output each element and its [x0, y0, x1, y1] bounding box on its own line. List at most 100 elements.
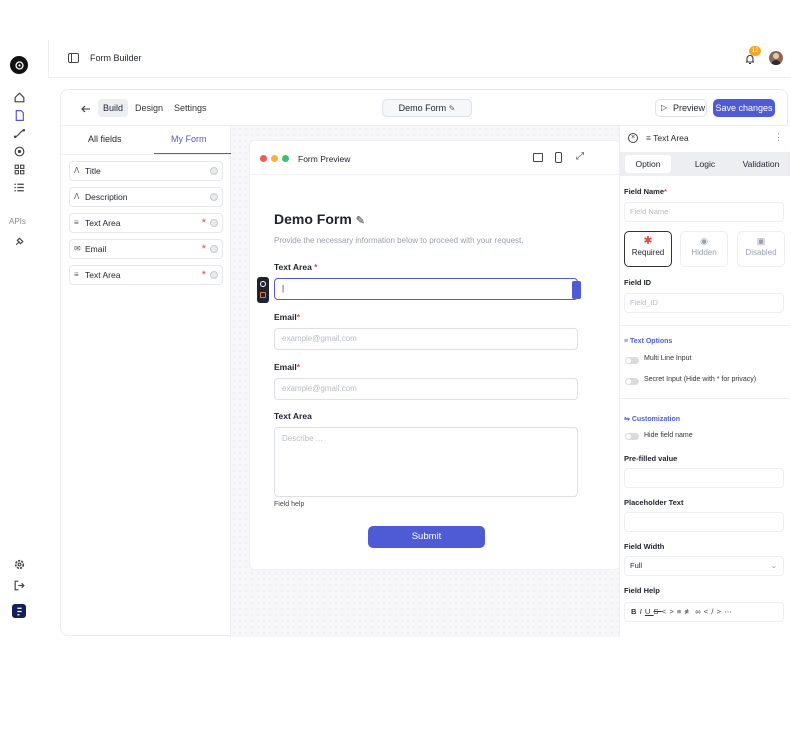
list-icon[interactable]: [11, 179, 27, 195]
link-icon[interactable]: ∞: [695, 607, 704, 616]
preview-canvas: Form Preview ⤢ Demo Form ✎ Provide the n…: [231, 126, 622, 637]
field-id-input[interactable]: Field_ID: [624, 293, 784, 313]
preview-button[interactable]: ▷ Preview: [655, 99, 707, 117]
form-title: Demo Form ✎: [274, 211, 365, 227]
apis-label: APIs: [9, 217, 26, 226]
text-icon: Λ: [74, 166, 80, 175]
strikethrough-icon[interactable]: S: [654, 607, 662, 616]
required-card[interactable]: ✱ Required: [624, 231, 672, 267]
label-text: Email: [274, 312, 297, 322]
sliders-icon: ⇋: [624, 416, 632, 423]
tab-my-form[interactable]: My Form: [171, 134, 207, 144]
edit-doc-icon: ✎: [355, 215, 365, 227]
plug-icon[interactable]: [11, 233, 27, 249]
more-icon[interactable]: ⋯: [724, 607, 735, 616]
text-area-input-active[interactable]: |: [274, 278, 578, 300]
bullet-list-icon[interactable]: ≡: [677, 607, 685, 616]
builder-toolbar: Build Design Settings Demo Form ✎ ▷ Prev…: [61, 90, 789, 126]
target-icon[interactable]: [11, 143, 27, 159]
rich-text-toolbar: BIUS<>≡≢∞</>⋯: [624, 602, 784, 622]
submit-button[interactable]: Submit: [368, 526, 485, 548]
hide-field-name-toggle[interactable]: [625, 433, 639, 440]
field-toggle[interactable]: [210, 245, 218, 253]
play-icon: ▷: [661, 103, 668, 112]
field-toggle[interactable]: [210, 167, 218, 175]
field-card-label: Description: [85, 192, 128, 202]
grid-icon[interactable]: [11, 161, 27, 177]
disabled-card[interactable]: ▣ Disabled: [737, 231, 785, 267]
option-card-label: Hidden: [691, 248, 717, 257]
settings-icon[interactable]: [11, 556, 27, 572]
field-card-text-area[interactable]: ≡ Text Area *: [69, 213, 223, 233]
bold-icon[interactable]: B: [631, 607, 640, 616]
builder-shell: Build Design Settings Demo Form ✎ ▷ Prev…: [60, 89, 790, 637]
secret-input-toggle[interactable]: [625, 378, 639, 385]
field-width-select[interactable]: Full ⌄: [624, 556, 784, 576]
maximize-dot: [282, 155, 289, 162]
minimize-dot: [271, 155, 278, 162]
logout-icon[interactable]: [11, 577, 27, 593]
email-input-2[interactable]: example@gmail.com: [274, 378, 578, 400]
field-toggle[interactable]: [210, 193, 218, 201]
code-icon[interactable]: <>: [662, 607, 677, 616]
option-card-label: Disabled: [745, 248, 777, 257]
label-text: Text Area: [274, 262, 312, 272]
field-card-label: Title: [85, 166, 101, 176]
back-arrow-icon[interactable]: [80, 102, 92, 114]
fullscreen-icon[interactable]: ⤢: [576, 151, 584, 162]
hide-field-name-label: Hide field name: [644, 432, 693, 439]
field-help-label: Field Help: [624, 586, 660, 595]
tab-logic[interactable]: Logic: [682, 155, 728, 173]
document-icon[interactable]: [11, 107, 27, 123]
form-name-pill[interactable]: Demo Form ✎: [382, 99, 472, 117]
tab-build[interactable]: Build: [98, 99, 129, 117]
avatar[interactable]: [769, 51, 783, 65]
field-name-input[interactable]: Field Name: [624, 202, 784, 222]
prefilled-label: Pre-filled value: [624, 454, 678, 463]
prefilled-input[interactable]: [624, 468, 784, 488]
more-icon[interactable]: ⋮: [774, 132, 783, 143]
drag-handle[interactable]: [257, 277, 269, 303]
tab-validation[interactable]: Validation: [736, 155, 786, 173]
section-title: Text Options: [630, 338, 673, 345]
field-options-handle[interactable]: [572, 281, 581, 299]
hidden-card[interactable]: ◉ Hidden: [680, 231, 728, 267]
field-card-email[interactable]: ✉ Email *: [69, 239, 223, 259]
save-changes-button[interactable]: Save changes: [713, 99, 775, 117]
placeholder-text-input[interactable]: [624, 512, 784, 532]
flow-icon[interactable]: [11, 125, 27, 141]
home-icon[interactable]: [11, 89, 27, 105]
sidebar-toggle-icon[interactable]: [68, 53, 79, 63]
tab-all-fields[interactable]: All fields: [88, 134, 122, 144]
underline-icon[interactable]: U: [645, 607, 654, 616]
field-card-title[interactable]: Λ Title: [69, 161, 223, 181]
field-toggle[interactable]: [210, 271, 218, 279]
logo-icon[interactable]: [10, 56, 28, 74]
field-card-description[interactable]: Λ Description: [69, 187, 223, 207]
numbered-list-icon[interactable]: ≢: [685, 607, 696, 616]
tab-design[interactable]: Design: [130, 99, 168, 117]
eye-icon: ◉: [700, 236, 708, 246]
workspace-icon[interactable]: [12, 604, 26, 618]
email-input[interactable]: example@gmail.com: [274, 328, 578, 350]
text-area-input[interactable]: Describe ...: [274, 427, 578, 497]
tab-settings[interactable]: Settings: [169, 99, 212, 117]
mail-icon: ✉: [74, 244, 81, 253]
edit-doc-icon: ✎: [448, 104, 456, 113]
mobile-icon[interactable]: [555, 152, 562, 163]
tab-option[interactable]: Option: [625, 155, 671, 173]
embed-icon[interactable]: </>: [704, 607, 724, 616]
required-mark: *: [201, 243, 206, 255]
field-card-text-area-2[interactable]: ≡ Text Area *: [69, 265, 223, 285]
customization-header: ⇋ Customization: [624, 415, 680, 423]
desktop-icon[interactable]: [533, 153, 543, 162]
form-name-text: Demo Form: [398, 103, 447, 113]
placeholder-text-label: Placeholder Text: [624, 498, 684, 507]
top-bar: Form Builder 12: [48, 40, 791, 78]
close-icon[interactable]: ×: [628, 133, 638, 143]
required-mark: *: [201, 269, 206, 281]
form-preview-window: Form Preview ⤢ Demo Form ✎ Provide the n…: [249, 140, 622, 570]
multi-line-toggle[interactable]: [625, 357, 639, 364]
form-title-text: Demo Form: [274, 211, 352, 227]
field-toggle[interactable]: [210, 219, 218, 227]
